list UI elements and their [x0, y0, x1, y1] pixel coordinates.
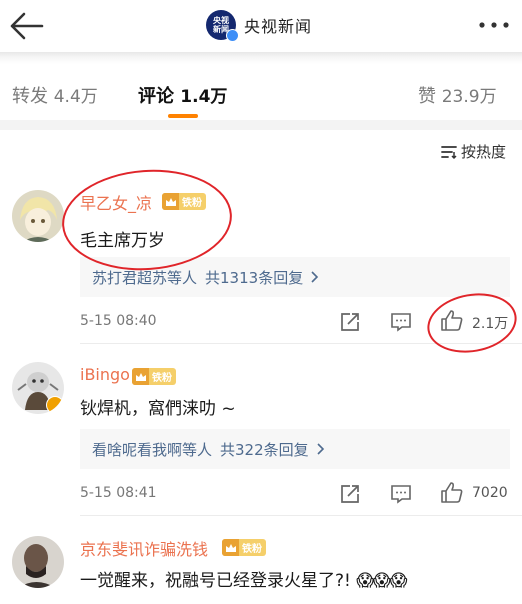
verified-icon	[226, 29, 239, 42]
reply-count: 共1313条回复	[205, 268, 304, 287]
account-name: 央视新闻	[244, 17, 313, 36]
crown-icon	[222, 539, 239, 556]
verified-icon	[46, 396, 64, 414]
comment-username[interactable]: 早乙女_凉	[80, 190, 152, 214]
chevron-right-icon	[317, 443, 324, 455]
section-divider	[0, 120, 522, 130]
fan-badge: 铁粉	[162, 193, 206, 210]
tab-comments-label: 评论	[138, 86, 174, 107]
crown-icon	[162, 193, 179, 210]
fan-badge: 铁粉	[222, 539, 266, 556]
replies-preview[interactable]: 苏打君超苏等人 共1313条回复	[80, 257, 510, 297]
share-icon	[341, 485, 359, 503]
account-avatar: 央视 新闻	[206, 10, 239, 42]
comment-username[interactable]: 京东斐讯诈骗洗钱	[80, 536, 208, 560]
account-title[interactable]: 央视 新闻 央视新闻	[206, 8, 312, 42]
more-dots-icon	[479, 22, 509, 28]
crown-icon	[132, 368, 149, 385]
back-button[interactable]	[6, 10, 46, 42]
sort-label: 按热度	[461, 143, 507, 161]
chevron-right-icon	[311, 271, 319, 283]
avatar[interactable]	[12, 362, 64, 414]
avatar[interactable]	[12, 536, 64, 588]
fan-badge-label: 铁粉	[242, 544, 262, 555]
comment-text: 钬焊杋，窩們涞叻 ~	[80, 399, 236, 419]
reply-count: 共322条回复	[220, 440, 309, 459]
anime-avatar-image	[12, 190, 64, 242]
comment-divider	[80, 343, 522, 344]
tab-bar: 转发 4.4万 评论 1.4万 赞 23.9万	[0, 64, 522, 122]
tab-comments[interactable]: 评论 1.4万	[138, 82, 227, 108]
reply-button[interactable]	[390, 312, 412, 336]
thumbs-up-icon	[441, 482, 463, 503]
share-button[interactable]	[339, 483, 361, 509]
like-count: 2.1万	[472, 316, 509, 332]
like-count: 7020	[472, 485, 508, 501]
fan-badge-label: 铁粉	[182, 198, 202, 209]
active-tab-indicator	[168, 114, 198, 118]
comment-icon	[391, 485, 411, 504]
thumbs-up-icon	[441, 310, 463, 331]
tab-reposts[interactable]: 转发 4.4万	[12, 82, 98, 108]
comment-text-body: 一觉醒来，祝融号已经登录火星了?!	[80, 571, 351, 591]
comment-timestamp: 5-15 08:40	[80, 313, 157, 329]
more-button[interactable]	[474, 12, 514, 38]
share-icon	[341, 313, 359, 331]
comment-text: 一觉醒来，祝融号已经登录火星了?! 😱😱😱	[80, 566, 407, 591]
tab-likes-label: 赞	[418, 86, 436, 107]
reply-authors: 苏打君超苏等人	[92, 268, 198, 287]
like-button[interactable]	[440, 309, 464, 337]
tab-reposts-count: 4.4万	[53, 87, 98, 107]
comment-icon	[391, 313, 411, 332]
sort-icon	[441, 145, 457, 159]
replies-preview[interactable]: 看啥呢看我啊等人 共322条回复	[80, 429, 510, 469]
tab-reposts-label: 转发	[12, 86, 48, 107]
comment-text: 毛主席万岁	[80, 231, 165, 251]
reply-authors: 看啥呢看我啊等人	[92, 440, 213, 459]
back-arrow-icon	[10, 12, 44, 40]
tab-comments-count: 1.4万	[180, 87, 228, 107]
fan-badge-label: 铁粉	[152, 373, 172, 384]
comment-divider	[80, 515, 522, 516]
like-button[interactable]	[440, 481, 464, 509]
photo-avatar-image	[12, 536, 64, 588]
scared-face-emoji-icon: 😱😱😱	[356, 571, 407, 591]
comment-username[interactable]: iBingo	[80, 365, 130, 384]
logo-text-line1: 央视	[213, 16, 229, 25]
comment-timestamp: 5-15 08:41	[80, 485, 157, 501]
reply-button[interactable]	[390, 484, 412, 508]
tab-likes[interactable]: 赞 23.9万	[418, 82, 497, 108]
sort-by-heat-button[interactable]: 按热度	[440, 141, 506, 162]
share-button[interactable]	[339, 311, 361, 337]
header-shadow	[0, 52, 522, 64]
fan-badge: 铁粉	[132, 368, 176, 385]
tab-likes-count: 23.9万	[441, 87, 497, 107]
avatar[interactable]	[12, 190, 64, 242]
